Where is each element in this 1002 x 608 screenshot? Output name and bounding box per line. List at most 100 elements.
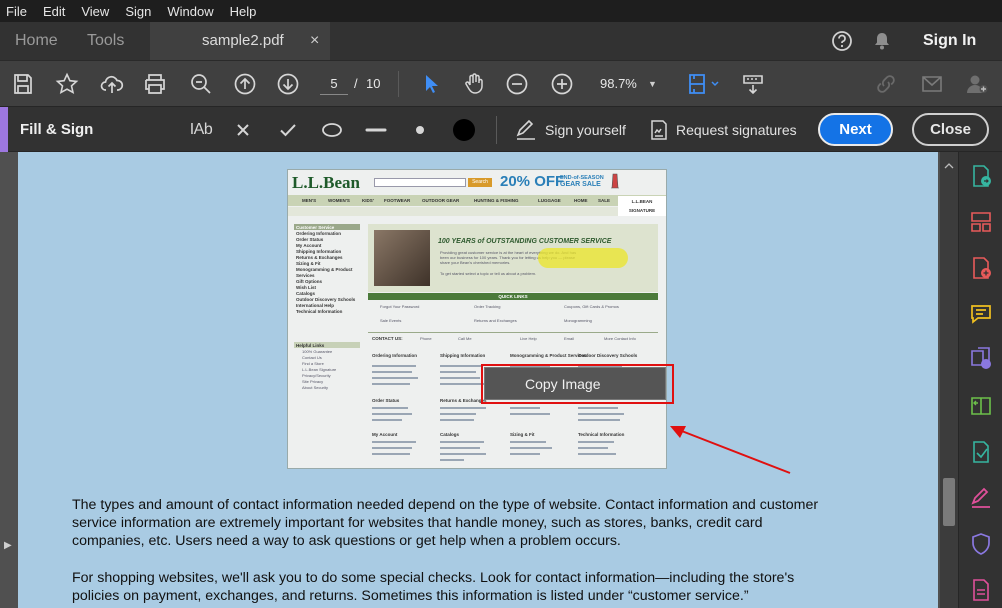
arrow-up-circle-icon xyxy=(234,73,256,95)
email-button[interactable] xyxy=(917,69,947,99)
document-tool-icon[interactable] xyxy=(969,578,993,602)
menu-view[interactable]: View xyxy=(81,4,109,19)
page-fit-icon xyxy=(689,74,719,94)
request-signatures-button[interactable]: Request signatures xyxy=(648,116,800,144)
shot-sidebar-item: Outdoor Discovery Schools xyxy=(296,297,356,302)
help-icon[interactable] xyxy=(831,30,853,52)
shot-quick-link: Monogramming xyxy=(564,318,592,323)
cross-mark-button[interactable] xyxy=(232,116,254,144)
shot-sidebar-item: Gift Options xyxy=(296,279,322,284)
menu-bar: File Edit View Sign Window Help xyxy=(0,0,1002,22)
shot-banner-text: To get started select a topic or tell us… xyxy=(440,271,537,276)
shot-promo: 20% OFF xyxy=(500,173,565,190)
shot-contact-item: Call Me xyxy=(458,336,472,341)
shot-sidebar-item: Wish List xyxy=(296,285,316,290)
tab-document[interactable]: sample2.pdf × xyxy=(150,22,330,60)
next-button[interactable]: Next xyxy=(818,113,893,146)
shot-sidebar-item: Customer Service xyxy=(296,224,335,230)
page-display-button[interactable] xyxy=(684,69,722,99)
circle-button[interactable] xyxy=(318,116,346,144)
main-toolbar: 5 / 10 98.7% ▼ xyxy=(0,60,1002,106)
tab-tools[interactable]: Tools xyxy=(87,22,124,60)
zoom-out-button[interactable] xyxy=(502,69,532,99)
scrollbar-thumb[interactable] xyxy=(943,478,955,526)
bookmark-button[interactable] xyxy=(52,69,82,99)
shot-quick-link: Returns and Exchanges xyxy=(474,318,517,323)
body-paragraph-2-line-2: policies on payment, exchanges, and retu… xyxy=(72,588,749,604)
shot-quick-link: Coupons, Gift Cards & Promos xyxy=(564,304,619,309)
shot-nav-item: MEN'S xyxy=(302,198,317,203)
fill-sign-pen-icon[interactable] xyxy=(969,486,993,510)
scroll-up-icon[interactable] xyxy=(944,156,954,169)
shot-column-heading: Outdoor Discovery Schools xyxy=(578,353,638,358)
previous-page-button[interactable] xyxy=(230,69,260,99)
close-tab-icon[interactable]: × xyxy=(310,22,319,60)
print-button[interactable] xyxy=(140,69,170,99)
share-user-button[interactable] xyxy=(962,69,992,99)
check-mark-button[interactable] xyxy=(277,116,299,144)
shot-link-item: 100% Guarantee xyxy=(302,349,333,354)
request-signatures-label: Request signatures xyxy=(676,122,797,138)
cross-icon xyxy=(237,124,249,136)
shot-link-item: Helpful Links xyxy=(296,342,325,348)
vertical-scrollbar[interactable] xyxy=(940,152,958,608)
annotation-highlight-box xyxy=(481,364,674,404)
close-button[interactable]: Close xyxy=(912,113,989,146)
export-pdf-icon[interactable] xyxy=(969,164,993,188)
left-panel-toggle-icon[interactable]: ▶ xyxy=(4,540,12,551)
combine-files-icon[interactable] xyxy=(969,346,993,370)
shot-link-item: Site Privacy xyxy=(302,379,324,384)
save-button[interactable] xyxy=(8,69,38,99)
shot-nav-item: WOMEN'S xyxy=(328,198,350,203)
sign-in-button[interactable]: Sign In xyxy=(923,22,976,60)
shot-sidebar-item: Returns & Exchanges xyxy=(296,255,343,260)
page-number-input[interactable]: 5 xyxy=(320,73,348,95)
protect-shield-icon[interactable] xyxy=(969,532,993,556)
line-button[interactable] xyxy=(363,116,389,144)
shot-promo-sub2: GEAR SALE xyxy=(560,181,601,188)
color-picker-button[interactable] xyxy=(449,116,479,144)
link-button[interactable] xyxy=(871,69,901,99)
select-tool-button[interactable] xyxy=(416,69,446,99)
zoom-level-dropdown[interactable]: 98.7% ▼ xyxy=(592,73,662,95)
body-paragraph-1-line-2: service information are extremely import… xyxy=(72,515,763,531)
edit-pdf-icon[interactable] xyxy=(969,440,993,464)
line-icon xyxy=(365,128,387,132)
shot-sidebar-item: Order Status xyxy=(296,237,324,242)
organize-pages-icon[interactable] xyxy=(969,210,993,234)
shot-sidebar-item: Services xyxy=(296,273,315,278)
comment-icon[interactable] xyxy=(969,302,993,326)
lighthouse-icon xyxy=(611,173,619,189)
notification-bell-icon[interactable] xyxy=(872,31,892,51)
link-icon xyxy=(877,75,895,93)
embedded-website-image[interactable]: L.L.Bean Search 20% OFF END-of-SEASON GE… xyxy=(287,169,667,469)
menu-window[interactable]: Window xyxy=(167,4,213,19)
body-paragraph-1-line-3: companies, etc. Users need a way to ask … xyxy=(72,533,621,549)
menu-help[interactable]: Help xyxy=(230,4,257,19)
add-text-button[interactable]: IAb xyxy=(186,116,216,144)
shot-banner-title: 100 YEARS of OUTSTANDING CUSTOMER SERVIC… xyxy=(438,238,612,245)
llbean-logo: L.L.Bean xyxy=(292,173,361,192)
sign-yourself-button[interactable]: Sign yourself xyxy=(514,116,632,144)
zoom-search-button[interactable] xyxy=(186,69,216,99)
shot-nav-item: HUNTING & FISHING xyxy=(474,198,519,203)
fill-sign-toolbar: Fill & Sign IAb Sign yourself Request si… xyxy=(0,106,1002,153)
menu-file[interactable]: File xyxy=(6,4,27,19)
upload-button[interactable] xyxy=(97,69,127,99)
menu-sign[interactable]: Sign xyxy=(125,4,151,19)
zoom-in-button[interactable] xyxy=(547,69,577,99)
compress-pdf-icon[interactable] xyxy=(969,394,993,418)
page-separator: / xyxy=(354,76,358,91)
menu-edit[interactable]: Edit xyxy=(43,4,65,19)
shot-sidebar: Customer Service Ordering Information Or… xyxy=(294,224,360,334)
next-page-button[interactable] xyxy=(273,69,303,99)
fill-sign-divider xyxy=(496,116,497,144)
hand-tool-button[interactable] xyxy=(459,69,489,99)
shot-link-item: Privacy/Security xyxy=(302,373,331,378)
scroll-mode-button[interactable] xyxy=(738,69,768,99)
tab-home[interactable]: Home xyxy=(15,22,58,60)
dot-button[interactable] xyxy=(410,116,430,144)
shot-nav-item: SALE xyxy=(598,198,611,203)
create-pdf-icon[interactable] xyxy=(969,256,993,280)
keyboard-scroll-icon xyxy=(743,75,763,95)
